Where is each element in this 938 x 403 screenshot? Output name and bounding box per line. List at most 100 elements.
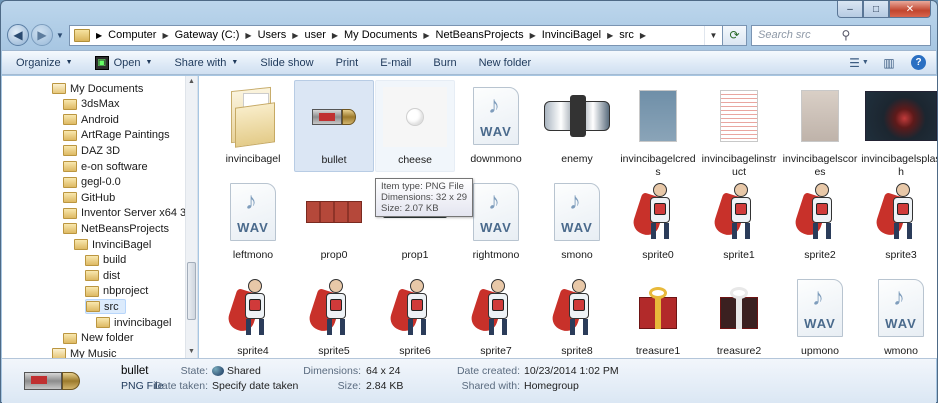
file-tile[interactable]: invincibagelsplash [861,80,937,178]
file-name: sprite7 [480,345,512,357]
folder-icon [86,301,100,313]
chevron-right-icon[interactable]: ▶ [332,31,338,40]
maximize-button[interactable]: □ [863,1,889,18]
tree-item[interactable]: DAZ 3D [63,143,120,158]
breadcrumb-item[interactable]: NetBeansProjects ▶ [436,29,542,41]
breadcrumb-item[interactable]: Gateway (C:) ▶ [175,29,258,41]
print-button[interactable]: Print [336,57,359,69]
tree-item[interactable]: build [85,253,126,268]
refresh-button[interactable]: ⟳ [723,24,747,46]
file-tile[interactable]: sprite1 [699,176,779,268]
state-label: State: [180,365,208,377]
breadcrumb-item[interactable]: src ▶ [619,29,652,41]
scrollbar-thumb[interactable] [187,262,196,320]
scroll-up-icon[interactable]: ▲ [186,76,197,88]
slide-show-button[interactable]: Slide show [260,57,313,69]
tree-item-label: ArtRage Paintings [81,129,170,142]
tree-item[interactable]: gegl-0.0 [63,175,121,190]
close-button[interactable]: ✕ [889,1,931,18]
file-name: leftmono [232,249,274,261]
breadcrumb-item[interactable]: user ▶ [304,29,344,41]
file-tile[interactable]: invincibagelscores [780,80,860,178]
organize-menu[interactable]: Organize ▼ [16,57,73,69]
help-icon[interactable]: ? [911,55,926,70]
file-tile[interactable]: bullet [294,80,374,172]
tree-item[interactable]: InvinciBagel [74,237,151,252]
tree-item[interactable]: Android [63,112,119,127]
tree-item[interactable]: GitHub [63,190,115,205]
tree-item[interactable]: invincibagel [96,315,171,330]
file-tile[interactable]: sprite4 [213,272,293,358]
file-name: sprite6 [399,345,431,357]
tree-item[interactable]: src [85,299,126,315]
chevron-right-icon[interactable]: ▶ [292,31,298,40]
tree-item[interactable]: My Documents [52,81,143,96]
share-with-menu[interactable]: Share with ▼ [174,57,238,69]
state-text: Shared [227,365,261,377]
file-tile[interactable]: treasure1 [618,272,698,358]
new-folder-button[interactable]: New folder [479,57,532,69]
breadcrumb-item[interactable]: Users ▶ [258,29,305,41]
tree-item[interactable]: NetBeansProjects [63,221,169,236]
folder-icon [74,28,90,42]
address-dropdown[interactable]: ▼ [704,25,722,45]
file-tile[interactable]: enemy [537,80,617,172]
folder-icon [85,270,99,282]
file-tile[interactable]: sprite2 [780,176,860,268]
file-tile[interactable]: prop0 [294,176,374,268]
file-tile[interactable]: sprite3 [861,176,937,268]
file-tile[interactable]: ♪ WAV downmono [456,80,536,172]
sprite-image [306,279,356,337]
recent-pages-dropdown[interactable]: ▼ [55,31,65,40]
minimize-button[interactable]: – [837,1,863,18]
file-tile[interactable]: ♪ WAV wmono [861,272,937,358]
chevron-right-icon[interactable]: ▶ [530,31,536,40]
tree-item[interactable]: Inventor Server x64 3dsMax [63,206,197,221]
breadcrumb-item[interactable]: InvinciBagel ▶ [542,29,619,41]
tree-item[interactable]: My Music [52,346,116,358]
tree-item[interactable]: New folder [63,331,134,346]
breadcrumb-item[interactable]: Computer ▶ [108,29,174,41]
forward-button[interactable]: ▶ [31,24,53,46]
chevron-right-icon[interactable]: ▶ [423,31,429,40]
back-button[interactable]: ◀ [7,24,29,46]
chevron-right-icon[interactable]: ▶ [607,31,613,40]
shared-with-label: Shared with: [461,380,520,392]
chevron-right-icon[interactable]: ▶ [162,31,168,40]
file-tile[interactable]: ♪ WAV upmono [780,272,860,358]
scroll-down-icon[interactable]: ▼ [186,346,197,358]
tree-item[interactable]: 3dsMax [63,97,120,112]
tree-item[interactable]: ArtRage Paintings [63,128,170,143]
navigation-scrollbar[interactable]: ▲ ▼ [185,76,197,358]
tree-item[interactable]: nbproject [85,284,148,299]
email-button[interactable]: E-mail [380,57,411,69]
change-view-icon[interactable]: ☰ ▼ [849,56,869,70]
file-tile[interactable]: invincibagel [213,80,293,172]
app-icon: ▣ [94,55,109,70]
chevron-right-icon[interactable]: ▶ [640,31,646,40]
date-taken-value[interactable]: Specify date taken [212,380,298,392]
file-tile[interactable]: sprite0 [618,176,698,268]
tree-item[interactable]: dist [85,268,120,283]
file-tile[interactable]: sprite5 [294,272,374,358]
state-value[interactable]: Shared [212,365,261,377]
file-tile[interactable]: treasure2 [699,272,779,358]
file-tile[interactable]: cheese [375,80,455,172]
file-tile[interactable]: ♪ WAV leftmono [213,176,293,268]
burn-button[interactable]: Burn [433,57,456,69]
address-bar[interactable]: ▶ Computer ▶ Gateway (C:) ▶ Users ▶ user ▶ My Do… [69,24,723,46]
folder-icon [63,161,77,172]
preview-pane-icon[interactable]: ▥ [881,56,897,70]
file-tile[interactable]: sprite8 [537,272,617,358]
search-input[interactable]: Search src ⚲ [751,24,931,46]
file-tile[interactable]: ♪ WAV smono [537,176,617,268]
file-name: invincibagel [225,153,281,165]
breadcrumb-item[interactable]: My Documents ▶ [344,29,436,41]
open-button[interactable]: ▣ Open ▼ [94,55,152,70]
file-tile[interactable]: sprite6 [375,272,455,358]
file-tile[interactable]: invincibagelinstruct [699,80,779,178]
tree-item[interactable]: e-on software [63,159,148,174]
file-tile[interactable]: sprite7 [456,272,536,358]
file-tile[interactable]: invincibagelcreds [618,80,698,178]
chevron-right-icon[interactable]: ▶ [245,31,251,40]
